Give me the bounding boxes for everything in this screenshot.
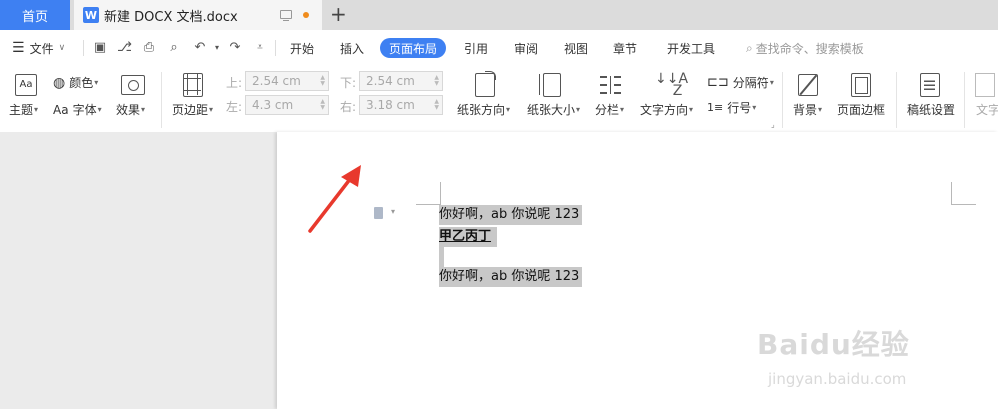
paragraph-menu-icon[interactable] (374, 207, 383, 219)
menu-bar: ☰ 文件 ∨ ▣ ⎇ ⎙ ⌕ ↶ ▾ ↷ ⩡ 开始 插入 页面布局 引用 审阅 … (0, 30, 998, 66)
tab-review[interactable]: 审阅 (514, 30, 538, 66)
command-search-label: 查找命令、搜索模板 (755, 41, 864, 56)
margin-button[interactable]: 页边距 ▾ (172, 101, 213, 118)
dialog-launcher-icon[interactable]: ⌟ (771, 120, 775, 129)
new-tab-button[interactable]: + (330, 2, 347, 26)
ribbon: Aa 主题 ▾ ◍ 颜色 ▾ Aa 字体 ▾ 效果 ▾ 页边距 ▾ 上: 2.54 cm ▲ ▼ … (0, 66, 998, 133)
right-margin-input[interactable]: 3.18 cm ▲ ▼ (359, 95, 443, 115)
print-preview-icon[interactable]: ⌕ (167, 41, 181, 55)
columns-button[interactable]: 分栏 ▾ (595, 101, 624, 118)
annotation-arrow-icon (308, 165, 361, 233)
color-button[interactable]: ◍ 颜色 ▾ (53, 74, 98, 91)
margin-icon[interactable] (183, 73, 203, 97)
text-direction-button[interactable]: 文字方向 ▾ (640, 101, 693, 118)
left-margin-input[interactable]: 4.3 cm ▲ ▼ (245, 95, 329, 115)
background-button[interactable]: 背景 ▾ (793, 101, 822, 118)
ribbon-divider (896, 72, 897, 128)
home-tab[interactable]: 首页 (0, 0, 70, 30)
ribbon-divider (161, 72, 162, 128)
document-tab[interactable]: W 新建 DOCX 文档.docx (74, 0, 322, 30)
right-margin-label: 右: (340, 100, 357, 114)
bottom-margin-label: 下: (340, 76, 357, 90)
selected-text-line-1[interactable]: 你好啊，ab 你说呢 123 (439, 205, 583, 225)
save-icon[interactable]: ▣ (93, 41, 107, 55)
ribbon-divider (964, 72, 965, 128)
theme-icon[interactable]: Aa (15, 74, 37, 96)
file-menu-label: 文件 (29, 41, 54, 56)
text-wrap-button[interactable]: 文字 (976, 101, 998, 118)
effect-icon[interactable] (121, 75, 145, 95)
left-margin-label: 左: (226, 100, 243, 114)
chevron-down-icon[interactable]: ▾ (391, 207, 395, 216)
menu-divider (83, 40, 84, 56)
orientation-icon[interactable] (475, 71, 496, 97)
theme-button[interactable]: 主题 ▾ (9, 101, 38, 118)
selected-text-line-2[interactable]: 甲乙丙丁 (439, 227, 498, 247)
text-wrap-icon[interactable] (975, 73, 995, 97)
top-margin-input[interactable]: 2.54 cm ▲ ▼ (245, 71, 329, 91)
paper-size-icon[interactable] (539, 73, 561, 97)
tab-insert[interactable]: 插入 (340, 30, 364, 66)
separator-icon: ⊏⊐ (707, 75, 729, 90)
wps-writer-icon: W (83, 7, 99, 23)
effect-button[interactable]: 效果 ▾ (116, 101, 145, 118)
workspace-background (0, 132, 277, 409)
unsaved-dot-icon (303, 12, 309, 18)
redo-icon[interactable]: ↷ (228, 41, 242, 55)
background-icon[interactable] (798, 74, 818, 96)
bottom-margin-input[interactable]: 2.54 cm ▲ ▼ (359, 71, 443, 91)
grid-paper-button[interactable]: 稿纸设置 (907, 101, 955, 118)
command-search[interactable]: ⌕ 查找命令、搜索模板 (746, 30, 864, 66)
ribbon-divider (782, 72, 783, 128)
tab-start[interactable]: 开始 (290, 30, 314, 66)
quick-access-more-icon[interactable]: ⩡ (253, 41, 267, 55)
menu-divider (275, 40, 276, 56)
file-menu[interactable]: ☰ 文件 ∨ (12, 30, 65, 66)
tab-page-layout[interactable]: 页面布局 (380, 38, 447, 58)
font-button[interactable]: Aa 字体 ▾ (53, 101, 102, 118)
monitor-icon[interactable] (280, 10, 292, 21)
text-direction-icon[interactable]: ↓↓A Z (655, 72, 688, 98)
tab-chapter[interactable]: 章节 (613, 30, 637, 66)
page-border-icon[interactable] (851, 73, 871, 97)
search-icon: ⌕ (746, 40, 753, 55)
page-border-button[interactable]: 页面边框 (837, 101, 885, 118)
watermark-url: jingyan.baidu.com (768, 370, 907, 388)
tab-developer[interactable]: 开发工具 (667, 30, 715, 66)
chevron-down-icon: ∨ (58, 43, 66, 53)
palette-icon: ◍ (53, 74, 66, 91)
font-icon: Aa (53, 102, 69, 117)
top-margin-label: 上: (226, 76, 243, 90)
grid-paper-icon[interactable] (920, 73, 940, 97)
tab-references[interactable]: 引用 (464, 30, 488, 66)
baidu-watermark-logo: Baidu经验 (757, 328, 910, 361)
tab-view[interactable]: 视图 (564, 30, 588, 66)
document-tab-title: 新建 DOCX 文档.docx (104, 9, 238, 25)
tab-bar: 首页 W 新建 DOCX 文档.docx + (0, 0, 998, 30)
selected-empty-line[interactable] (439, 247, 444, 267)
format-painter-icon[interactable]: ⎇ (117, 41, 132, 55)
paper-size-button[interactable]: 纸张大小 ▾ (527, 101, 580, 118)
undo-dropdown-icon[interactable]: ▾ (210, 41, 224, 55)
hamburger-icon: ☰ (12, 40, 25, 56)
separator-button[interactable]: ⊏⊐ 分隔符 ▾ (707, 74, 774, 91)
line-number-button[interactable]: 1≡ 行号 ▾ (707, 99, 756, 116)
document-page[interactable] (277, 132, 998, 409)
page-corner-top-right (951, 182, 976, 205)
page-corner-top-left (416, 182, 441, 205)
line-number-icon: 1≡ (707, 101, 724, 114)
orientation-button[interactable]: 纸张方向 ▾ (457, 101, 510, 118)
columns-icon[interactable] (600, 76, 622, 94)
selected-text-line-3[interactable]: 你好啊，ab 你说呢 123 (439, 267, 583, 287)
print-icon[interactable]: ⎙ (142, 41, 156, 55)
undo-icon[interactable]: ↶ (193, 41, 207, 55)
